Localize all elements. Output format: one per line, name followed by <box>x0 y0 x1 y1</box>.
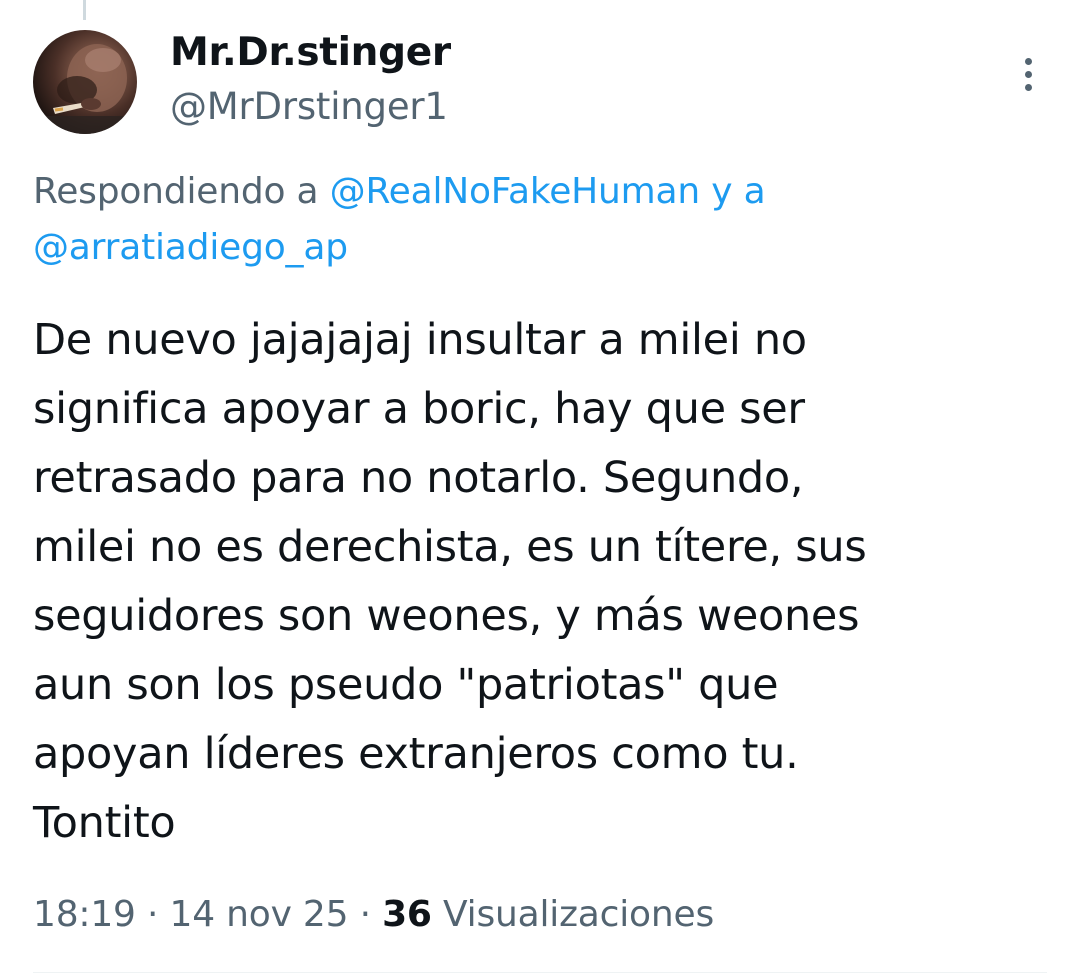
tweet-text: De nuevo jajajajaj insultar a milei no s… <box>33 315 867 848</box>
mention-realnofakehuman[interactable]: @RealNoFakeHuman <box>330 171 701 212</box>
meta-separator: · <box>348 894 383 935</box>
tweet-date[interactable]: 14 nov 25 <box>169 894 348 935</box>
tweet-meta: 18:19 · 14 nov 25 · 36 Visualizaciones <box>33 885 714 945</box>
replying-conjunction: y a <box>700 171 766 212</box>
tweet-time[interactable]: 18:19 <box>33 894 136 935</box>
avatar-image <box>33 44 137 134</box>
thread-connector-line <box>83 0 86 20</box>
meta-separator: · <box>135 894 170 935</box>
more-dot <box>1024 83 1032 91</box>
replying-to: Respondiendo a @RealNoFakeHuman y a @arra… <box>33 164 1033 276</box>
mention-arratiadiego[interactable]: @arratiadiego_ap <box>33 227 348 268</box>
divider <box>33 972 1047 973</box>
more-vertical-icon[interactable] <box>1008 52 1048 96</box>
display-name[interactable]: Mr.Dr.stinger <box>170 28 451 78</box>
more-dot <box>1024 70 1032 78</box>
user-handle[interactable]: @MrDrstinger1 <box>170 82 448 132</box>
more-dot <box>1024 57 1032 65</box>
replying-prefix: Respondiendo a <box>33 171 330 212</box>
avatar[interactable] <box>33 30 137 134</box>
views-count[interactable]: 36 <box>382 894 432 935</box>
views-label[interactable]: Visualizaciones <box>432 894 714 935</box>
